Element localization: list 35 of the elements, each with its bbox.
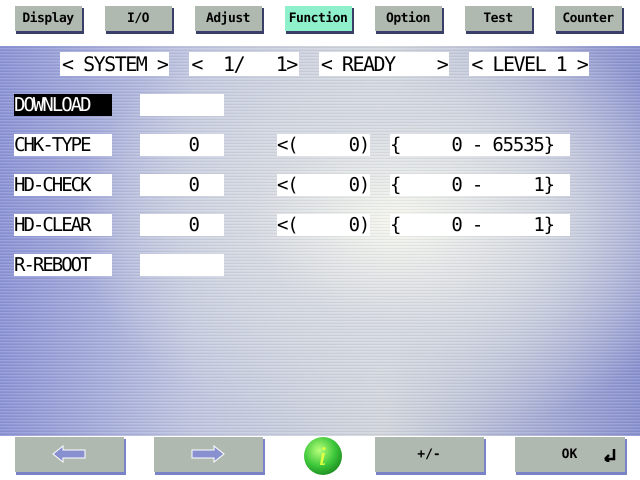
tab[interactable]: Display [14,5,82,31]
parameter-label[interactable]: R-REBOOT [14,254,112,276]
tab[interactable]: I/O [104,5,172,31]
previous-value: <( 0) [277,214,370,236]
tab[interactable]: Function [284,5,352,31]
info-icon[interactable] [303,436,343,476]
tab[interactable]: Option [374,5,442,31]
previous-value: <( 0) [277,174,370,196]
parameter-label[interactable]: DOWNLOAD [14,94,112,116]
value-field[interactable]: 0 [140,214,224,236]
back-button[interactable] [14,436,124,472]
previous-value: <( 0) [277,134,370,156]
value-field[interactable] [140,254,224,276]
value-range: { 0 - 1} [390,174,570,196]
tab[interactable]: Adjust [194,5,262,31]
value-field[interactable] [140,94,224,116]
parameter-label[interactable]: HD-CLEAR [14,214,112,236]
status-field: < SYSTEM > [60,52,170,76]
tab[interactable]: Test [464,5,532,31]
value-range: { 0 - 65535} [390,134,570,156]
status-field: < READY > [318,52,450,76]
status-field: < LEVEL 1 > [469,52,590,76]
tab[interactable]: Counter [554,5,622,31]
enter-icon [603,448,617,462]
left-arrow-icon [52,445,86,463]
status-field: < 1/ 1> [189,52,299,76]
value-range: { 0 - 1} [390,214,570,236]
forward-button[interactable] [153,436,263,472]
value-field[interactable]: 0 [140,174,224,196]
sign-button[interactable]: +/- [374,436,484,472]
value-field[interactable]: 0 [140,134,224,156]
right-arrow-icon [191,445,225,463]
parameter-label[interactable]: HD-CHECK [14,174,112,196]
ok-button[interactable]: OK [514,436,625,472]
parameter-label[interactable]: CHK-TYPE [14,134,112,156]
